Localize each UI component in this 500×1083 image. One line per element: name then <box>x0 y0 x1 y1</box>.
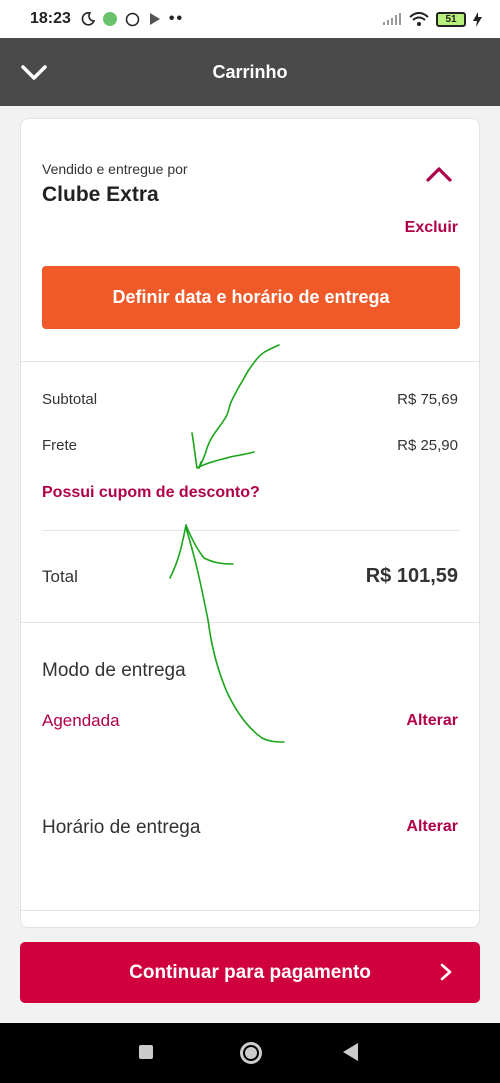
chevron-right-icon <box>440 963 452 981</box>
charging-icon <box>473 11 482 27</box>
home-icon[interactable] <box>240 1042 262 1064</box>
continue-button-label: Continuar para pagamento <box>129 961 371 983</box>
app-header: Carrinho <box>0 38 500 106</box>
divider <box>21 622 479 623</box>
seller-label: Vendido e entregue por <box>42 161 188 177</box>
moon-icon <box>81 12 95 26</box>
coupon-link[interactable]: Possui cupom de desconto? <box>42 484 260 502</box>
divider <box>42 530 460 531</box>
seller-name: Clube Extra <box>42 183 159 206</box>
change-delivery-time-button[interactable]: Alterar <box>406 818 458 836</box>
total-value: R$ 101,59 <box>365 565 458 587</box>
chevron-down-icon[interactable] <box>20 60 48 84</box>
shipping-label: Frete <box>42 437 78 454</box>
status-time: 18:23 <box>30 10 71 27</box>
total-label: Total <box>42 567 78 586</box>
delivery-time-title: Horário de entrega <box>42 817 201 838</box>
remove-button[interactable]: Excluir <box>405 219 458 237</box>
continue-to-payment-button[interactable]: Continuar para pagamento <box>20 942 480 1003</box>
status-bar: 18:23 •• 51 <box>0 0 500 38</box>
system-navigation-bar <box>0 1023 500 1083</box>
page-title: Carrinho <box>212 61 288 82</box>
divider <box>21 361 479 362</box>
shipping-value: R$ 25,90 <box>397 437 458 454</box>
more-notifications-icon: •• <box>168 10 185 27</box>
subtotal-label: Subtotal <box>42 391 98 408</box>
signal-icon <box>383 13 401 25</box>
system-icons: 51 <box>382 11 482 27</box>
delivery-mode-value: Agendada <box>42 711 120 730</box>
play-store-icon <box>149 13 160 25</box>
cart-card: Vendido e entregue por Clube Extra Exclu… <box>20 118 480 928</box>
delivery-mode-title: Modo de entrega <box>42 660 186 681</box>
notification-icons: •• <box>81 10 184 28</box>
subtotal-value: R$ 75,69 <box>397 391 458 408</box>
recent-apps-icon[interactable] <box>139 1045 153 1059</box>
wifi-icon <box>409 11 429 26</box>
back-icon[interactable] <box>343 1043 358 1061</box>
change-delivery-mode-button[interactable]: Alterar <box>406 712 458 730</box>
whatsapp-icon <box>125 12 140 26</box>
battery-icon: 51 <box>436 11 466 27</box>
chevron-up-icon[interactable] <box>425 163 453 185</box>
app-notification-icon <box>102 12 117 26</box>
set-delivery-time-button[interactable]: Definir data e horário de entrega <box>42 266 460 329</box>
divider <box>21 910 479 911</box>
